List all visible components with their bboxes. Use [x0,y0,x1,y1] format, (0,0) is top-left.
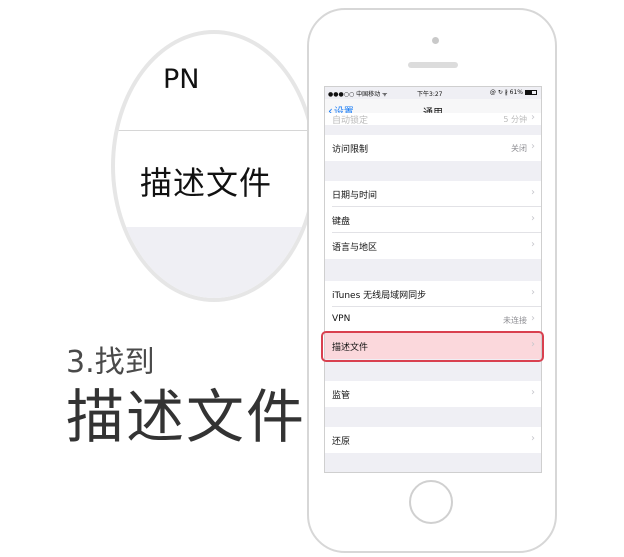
magnifier-circle: PN 描述文件 [111,30,317,302]
cell-keyboard[interactable]: 键盘 › [325,207,541,233]
phone-screen: ●●●○○ 中国移动 ᯤ 下午3:27 @ ↻ ∦ 61% ‹设置 通用 自动锁… [324,86,542,473]
cell-restrictions[interactable]: 访问限制 关闭 › [325,135,541,161]
magnifier-grey-section [115,227,313,298]
chevron-right-icon: › [531,433,535,444]
status-bar: ●●●○○ 中国移动 ᯤ 下午3:27 @ ↻ ∦ 61% [325,87,541,99]
cell-supervision[interactable]: 监管 › [325,381,541,407]
magnifier-profile-text: 描述文件 [140,164,273,202]
cell-vpn-label: VPN [332,314,351,324]
step-title: 描述文件 [66,383,307,451]
chevron-right-icon: › [531,112,535,123]
cell-auto-lock-label: 自动锁定 [332,116,369,126]
cell-restrictions-label: 访问限制 [332,145,369,155]
battery-icon [525,90,537,95]
cell-vpn[interactable]: VPN 未连接 › [325,307,541,333]
speaker-grille [408,62,458,68]
home-button[interactable] [409,480,453,524]
cell-language-region[interactable]: 语言与地区 › [325,233,541,259]
chevron-right-icon: › [531,387,535,398]
chevron-right-icon: › [531,213,535,224]
chevron-right-icon: › [531,141,535,152]
step-label: 3.找到 [66,345,155,380]
chevron-right-icon: › [531,287,535,298]
cell-reset[interactable]: 还原 › [325,427,541,453]
cell-itunes-wifi-sync[interactable]: iTunes 无线局域网同步 › [325,281,541,307]
cell-keyboard-label: 键盘 [332,217,351,227]
camera-dot [432,37,439,44]
magnifier-divider [115,130,313,131]
chevron-right-icon: › [531,187,535,198]
magnifier-vpn-text: PN [163,64,200,95]
highlight-box [321,331,544,362]
cell-supervision-label: 监管 [332,391,351,401]
cell-auto-lock-value: 5 分钟 [503,115,527,124]
cell-date-time[interactable]: 日期与时间 › [325,181,541,207]
status-right-text: @ ↻ ∦ 61% [489,89,523,96]
chevron-right-icon: › [531,313,535,324]
cell-vpn-value: 未连接 [503,316,527,325]
cell-auto-lock[interactable]: 自动锁定 5 分钟 › [325,112,541,126]
clock-text: 下午3:27 [417,91,443,98]
cell-reset-label: 还原 [332,437,351,447]
cell-language-region-label: 语言与地区 [332,243,378,253]
cell-date-time-label: 日期与时间 [332,191,378,201]
cell-restrictions-value: 关闭 [511,144,527,153]
carrier-text: ●●●○○ 中国移动 ᯤ [328,91,388,98]
status-right: @ ↻ ∦ 61% [490,89,537,96]
chevron-right-icon: › [531,239,535,250]
cell-itunes-wifi-sync-label: iTunes 无线局域网同步 [332,291,427,301]
